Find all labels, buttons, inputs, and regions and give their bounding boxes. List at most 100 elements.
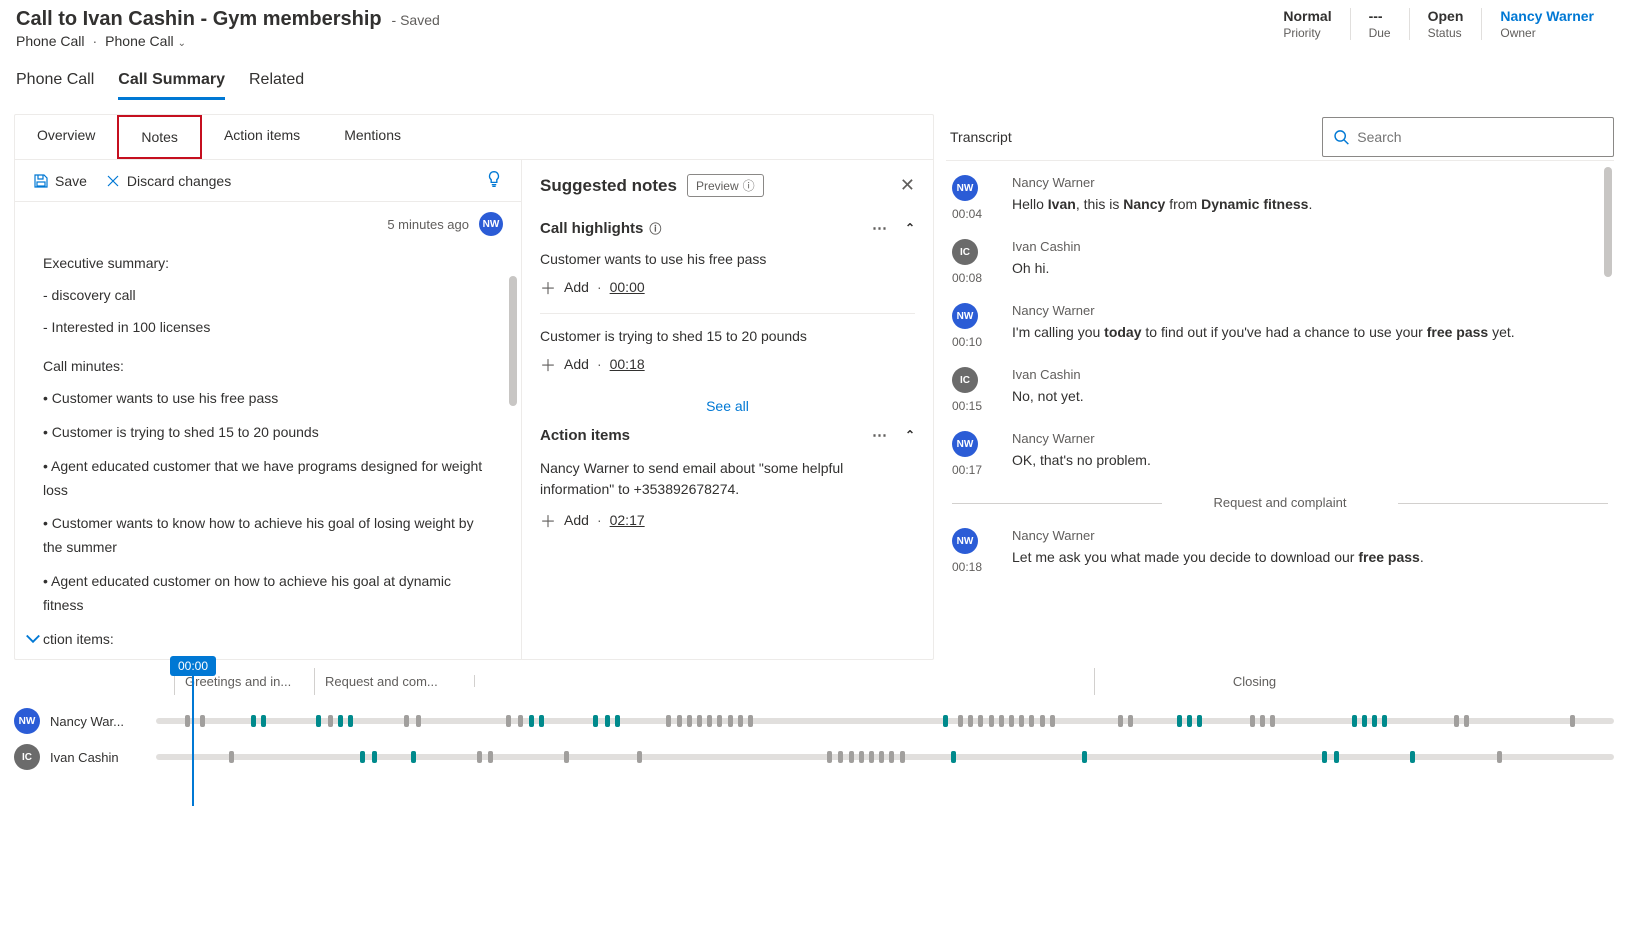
timeline-tick (999, 715, 1004, 727)
transcript-text: I'm calling you today to find out if you… (1012, 322, 1608, 343)
tab-phone-call[interactable]: Phone Call (16, 71, 94, 100)
timeline-tick (1250, 715, 1255, 727)
timeline-tick (488, 751, 493, 763)
timeline-segment[interactable] (474, 675, 1094, 687)
timeline-segment[interactable]: Closing (1094, 668, 1414, 695)
info-icon[interactable]: ⓘ (649, 220, 661, 237)
timeline-tick (717, 715, 722, 727)
timestamp-link[interactable]: 02:17 (610, 512, 645, 528)
add-button[interactable]: Add (564, 356, 589, 372)
transcript-time: 00:15 (952, 399, 998, 413)
transcript-row[interactable]: NW00:18Nancy WarnerLet me ask you what m… (952, 528, 1608, 574)
subtab-action-items[interactable]: Action items (202, 115, 322, 159)
close-icon[interactable]: ✕ (900, 175, 915, 196)
discard-button[interactable]: Discard changes (105, 173, 231, 189)
add-button[interactable]: Add (564, 279, 589, 295)
action-item: Nancy Warner to send email about "some h… (540, 458, 915, 500)
avatar: IC (14, 744, 40, 770)
sub-tabs: Overview Notes Action items Mentions (15, 115, 933, 160)
timeline-tick (748, 715, 753, 727)
timeline-tick (1270, 715, 1275, 727)
timeline-tick (849, 751, 854, 763)
transcript-row[interactable]: NW00:04Nancy WarnerHello Ivan, this is N… (952, 175, 1608, 221)
owner-field[interactable]: Nancy Warner Owner (1482, 8, 1612, 40)
more-icon[interactable]: ⋯ (872, 219, 887, 237)
timeline-tick (889, 751, 894, 763)
timeline-tick (728, 715, 733, 727)
timeline-playhead[interactable]: 00:00 (170, 656, 216, 806)
timeline-tick (859, 751, 864, 763)
highlight-item: Customer is trying to shed 15 to 20 poun… (540, 328, 915, 376)
timeline-tick (968, 715, 973, 727)
plus-icon: ＋ (540, 508, 556, 532)
transcript-row[interactable]: NW00:10Nancy WarnerI'm calling you today… (952, 303, 1608, 349)
saved-label: - Saved (392, 12, 440, 28)
timeline-tick (360, 751, 365, 763)
timeline-tick (1382, 715, 1387, 727)
transcript-time: 00:17 (952, 463, 998, 477)
timeline-tick (477, 751, 482, 763)
timeline-tick (1050, 715, 1055, 727)
timeline-tick (411, 751, 416, 763)
close-icon (105, 173, 121, 189)
timeline-tick (879, 751, 884, 763)
timeline-tick (1187, 715, 1192, 727)
transcript-section-divider: Request and complaint (952, 495, 1608, 510)
notes-body[interactable]: Executive summary: - discovery call - In… (15, 240, 521, 659)
timeline-tick (978, 715, 983, 727)
timestamp-link[interactable]: 00:00 (610, 279, 645, 295)
transcript-speaker: Ivan Cashin (1012, 367, 1608, 382)
timeline-tick (539, 715, 544, 727)
transcript-label: Transcript (946, 117, 1016, 157)
transcript-row[interactable]: NW00:17Nancy WarnerOK, that's no problem… (952, 431, 1608, 477)
timeline-tick (1029, 715, 1034, 727)
lightbulb-icon[interactable] (485, 170, 503, 191)
timeline-track[interactable] (156, 754, 1614, 760)
search-input[interactable] (1357, 129, 1603, 145)
plus-icon: ＋ (540, 275, 556, 299)
timeline-tick (529, 715, 534, 727)
timeline-speaker-name: Nancy War... (50, 714, 146, 729)
timeline-tick (707, 715, 712, 727)
info-icon: ⓘ (743, 177, 755, 194)
timeline-track[interactable] (156, 718, 1614, 724)
timeline-tick (404, 715, 409, 727)
subtab-overview[interactable]: Overview (15, 115, 117, 159)
tab-related[interactable]: Related (249, 71, 304, 100)
chevron-down-icon[interactable] (23, 628, 43, 651)
call-timeline: 00:00 Greetings and in...Request and com… (0, 660, 1628, 780)
timeline-segment[interactable]: Request and com... (314, 668, 474, 695)
transcript-row[interactable]: IC00:15Ivan CashinNo, not yet. (952, 367, 1608, 413)
see-all-link[interactable]: See all (540, 398, 915, 414)
status-field[interactable]: Open Status (1410, 8, 1483, 40)
search-icon (1333, 128, 1349, 146)
timeline-speaker-row: IC Ivan Cashin (14, 744, 1614, 770)
timeline-tick (1128, 715, 1133, 727)
avatar: NW (952, 528, 978, 554)
save-button[interactable]: Save (33, 173, 87, 189)
breadcrumb-dropdown[interactable]: Phone Call⌄ (105, 33, 186, 49)
add-button[interactable]: Add (564, 512, 589, 528)
subtab-notes[interactable]: Notes (117, 115, 202, 159)
priority-field[interactable]: Normal Priority (1265, 8, 1350, 40)
transcript-row[interactable]: IC00:08Ivan CashinOh hi. (952, 239, 1608, 285)
scrollbar-thumb[interactable] (509, 276, 517, 406)
chevron-up-icon[interactable]: ⌃ (905, 221, 915, 235)
timestamp-link[interactable]: 00:18 (610, 356, 645, 372)
subtab-mentions[interactable]: Mentions (322, 115, 423, 159)
chevron-up-icon[interactable]: ⌃ (905, 428, 915, 442)
search-input-wrapper[interactable] (1322, 117, 1614, 157)
timeline-speaker-name: Ivan Cashin (50, 750, 146, 765)
due-field[interactable]: --- Due (1351, 8, 1410, 40)
breadcrumb-item[interactable]: Phone Call (16, 33, 85, 49)
timeline-tick (1019, 715, 1024, 727)
timeline-tick (1082, 751, 1087, 763)
tab-call-summary[interactable]: Call Summary (118, 71, 225, 100)
transcript-speaker: Nancy Warner (1012, 528, 1608, 543)
more-icon[interactable]: ⋯ (872, 426, 887, 444)
preview-badge[interactable]: Preview ⓘ (687, 174, 764, 197)
scrollbar-thumb[interactable] (1604, 167, 1612, 277)
notes-timestamp: 5 minutes ago (387, 217, 469, 232)
timeline-tick (1410, 751, 1415, 763)
call-highlights-title: Call highlights (540, 220, 643, 237)
